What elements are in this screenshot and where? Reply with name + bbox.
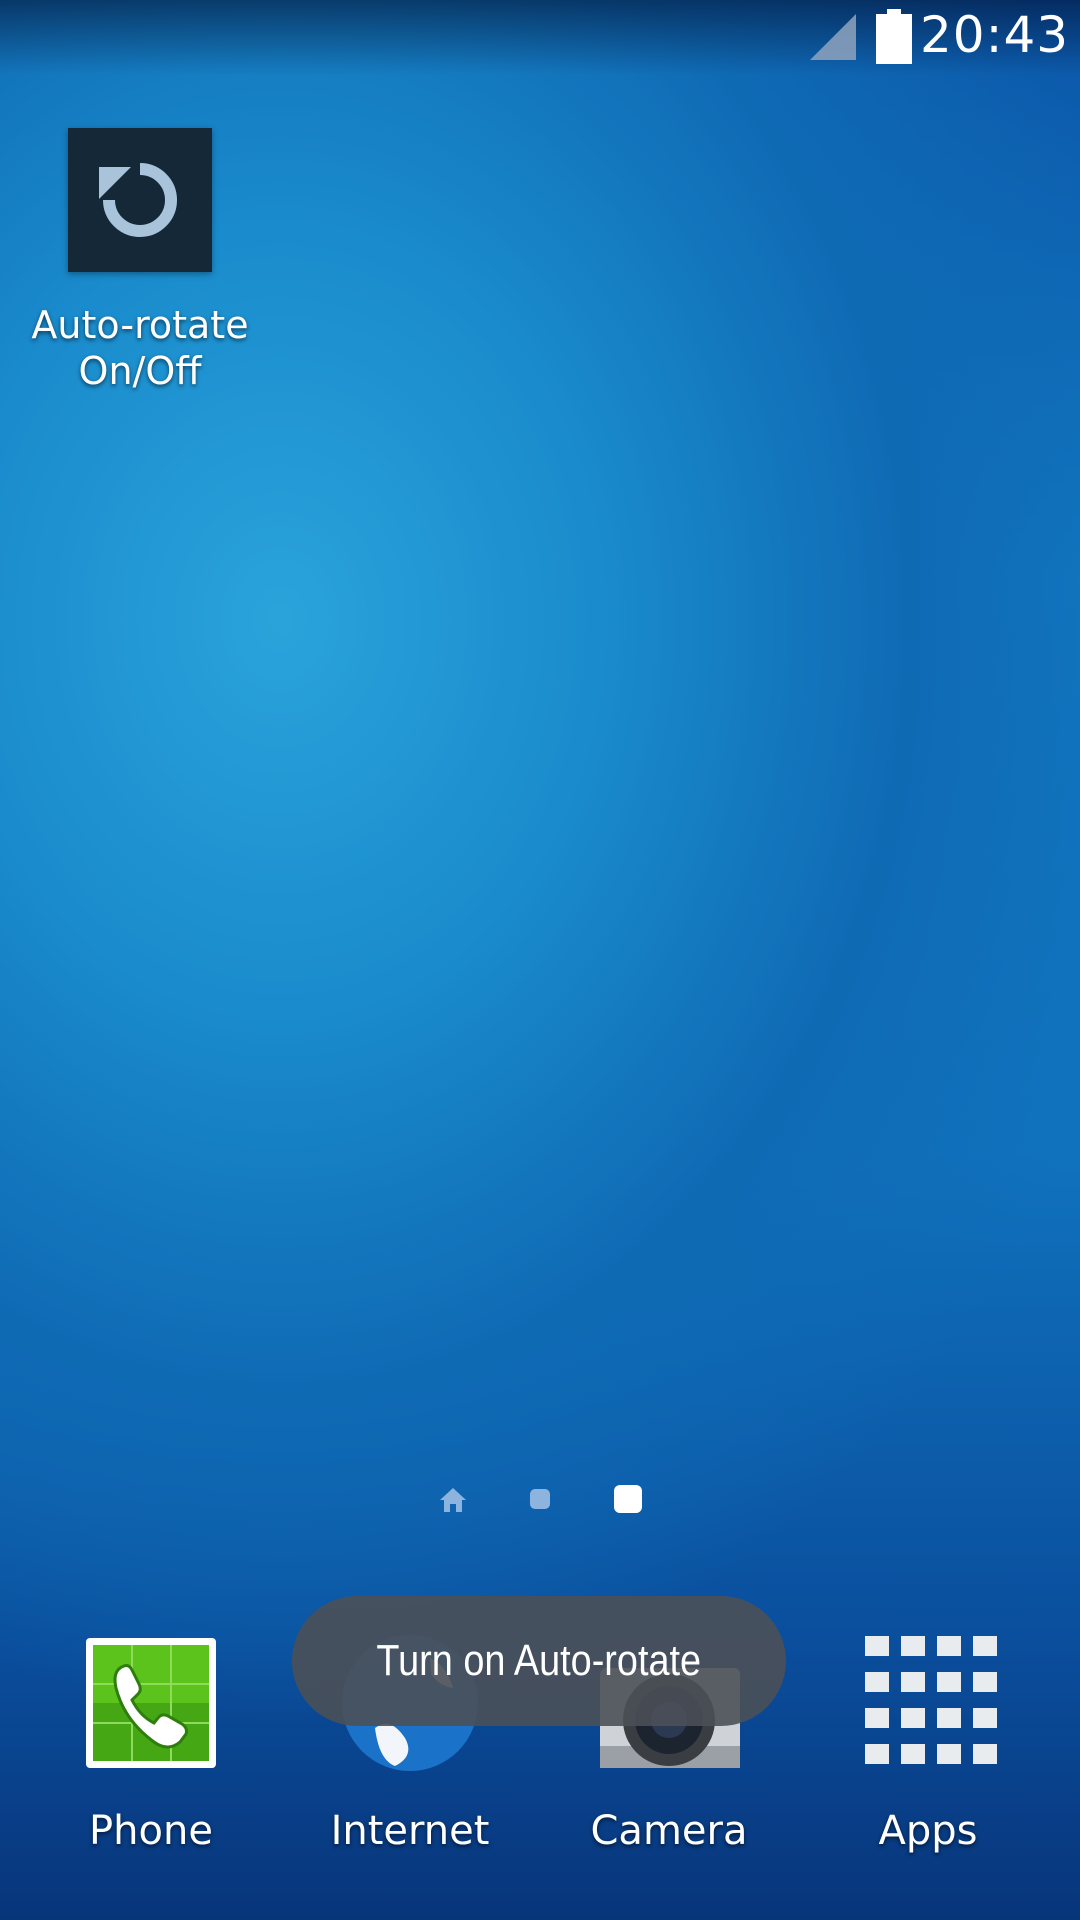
rotate-icon xyxy=(99,163,177,237)
phone-label: Phone xyxy=(89,1808,213,1854)
status-clock: 20:43 xyxy=(920,6,1070,64)
camera-label: Camera xyxy=(590,1808,748,1854)
home-screen: 20:43 Auto-rotate On/Off Phone Internet … xyxy=(0,0,1080,1920)
toast-notification: Turn on Auto-rotate xyxy=(292,1596,786,1726)
page-dot-2[interactable] xyxy=(530,1489,550,1509)
page-dot-3-current[interactable] xyxy=(614,1485,642,1513)
apps-app-icon[interactable] xyxy=(853,1628,1003,1778)
cellular-signal-icon xyxy=(810,14,856,60)
apps-label: Apps xyxy=(878,1808,978,1854)
auto-rotate-shortcut[interactable]: Auto-rotate On/Off xyxy=(20,128,260,394)
battery-full-icon xyxy=(876,9,912,64)
dock-apps[interactable]: Apps xyxy=(818,1628,1038,1854)
status-bar: 20:43 xyxy=(0,0,1080,75)
dock-phone[interactable]: Phone xyxy=(41,1628,261,1854)
apps-grid-icon xyxy=(865,1636,997,1764)
home-icon[interactable] xyxy=(439,1486,467,1514)
phone-icon xyxy=(86,1638,216,1768)
toast-text: Turn on Auto-rotate xyxy=(376,1636,702,1685)
internet-label: Internet xyxy=(330,1808,490,1854)
auto-rotate-tile[interactable] xyxy=(68,128,212,272)
page-indicator xyxy=(0,1484,1080,1516)
auto-rotate-label: Auto-rotate On/Off xyxy=(31,303,249,393)
phone-app-icon[interactable] xyxy=(76,1628,226,1778)
